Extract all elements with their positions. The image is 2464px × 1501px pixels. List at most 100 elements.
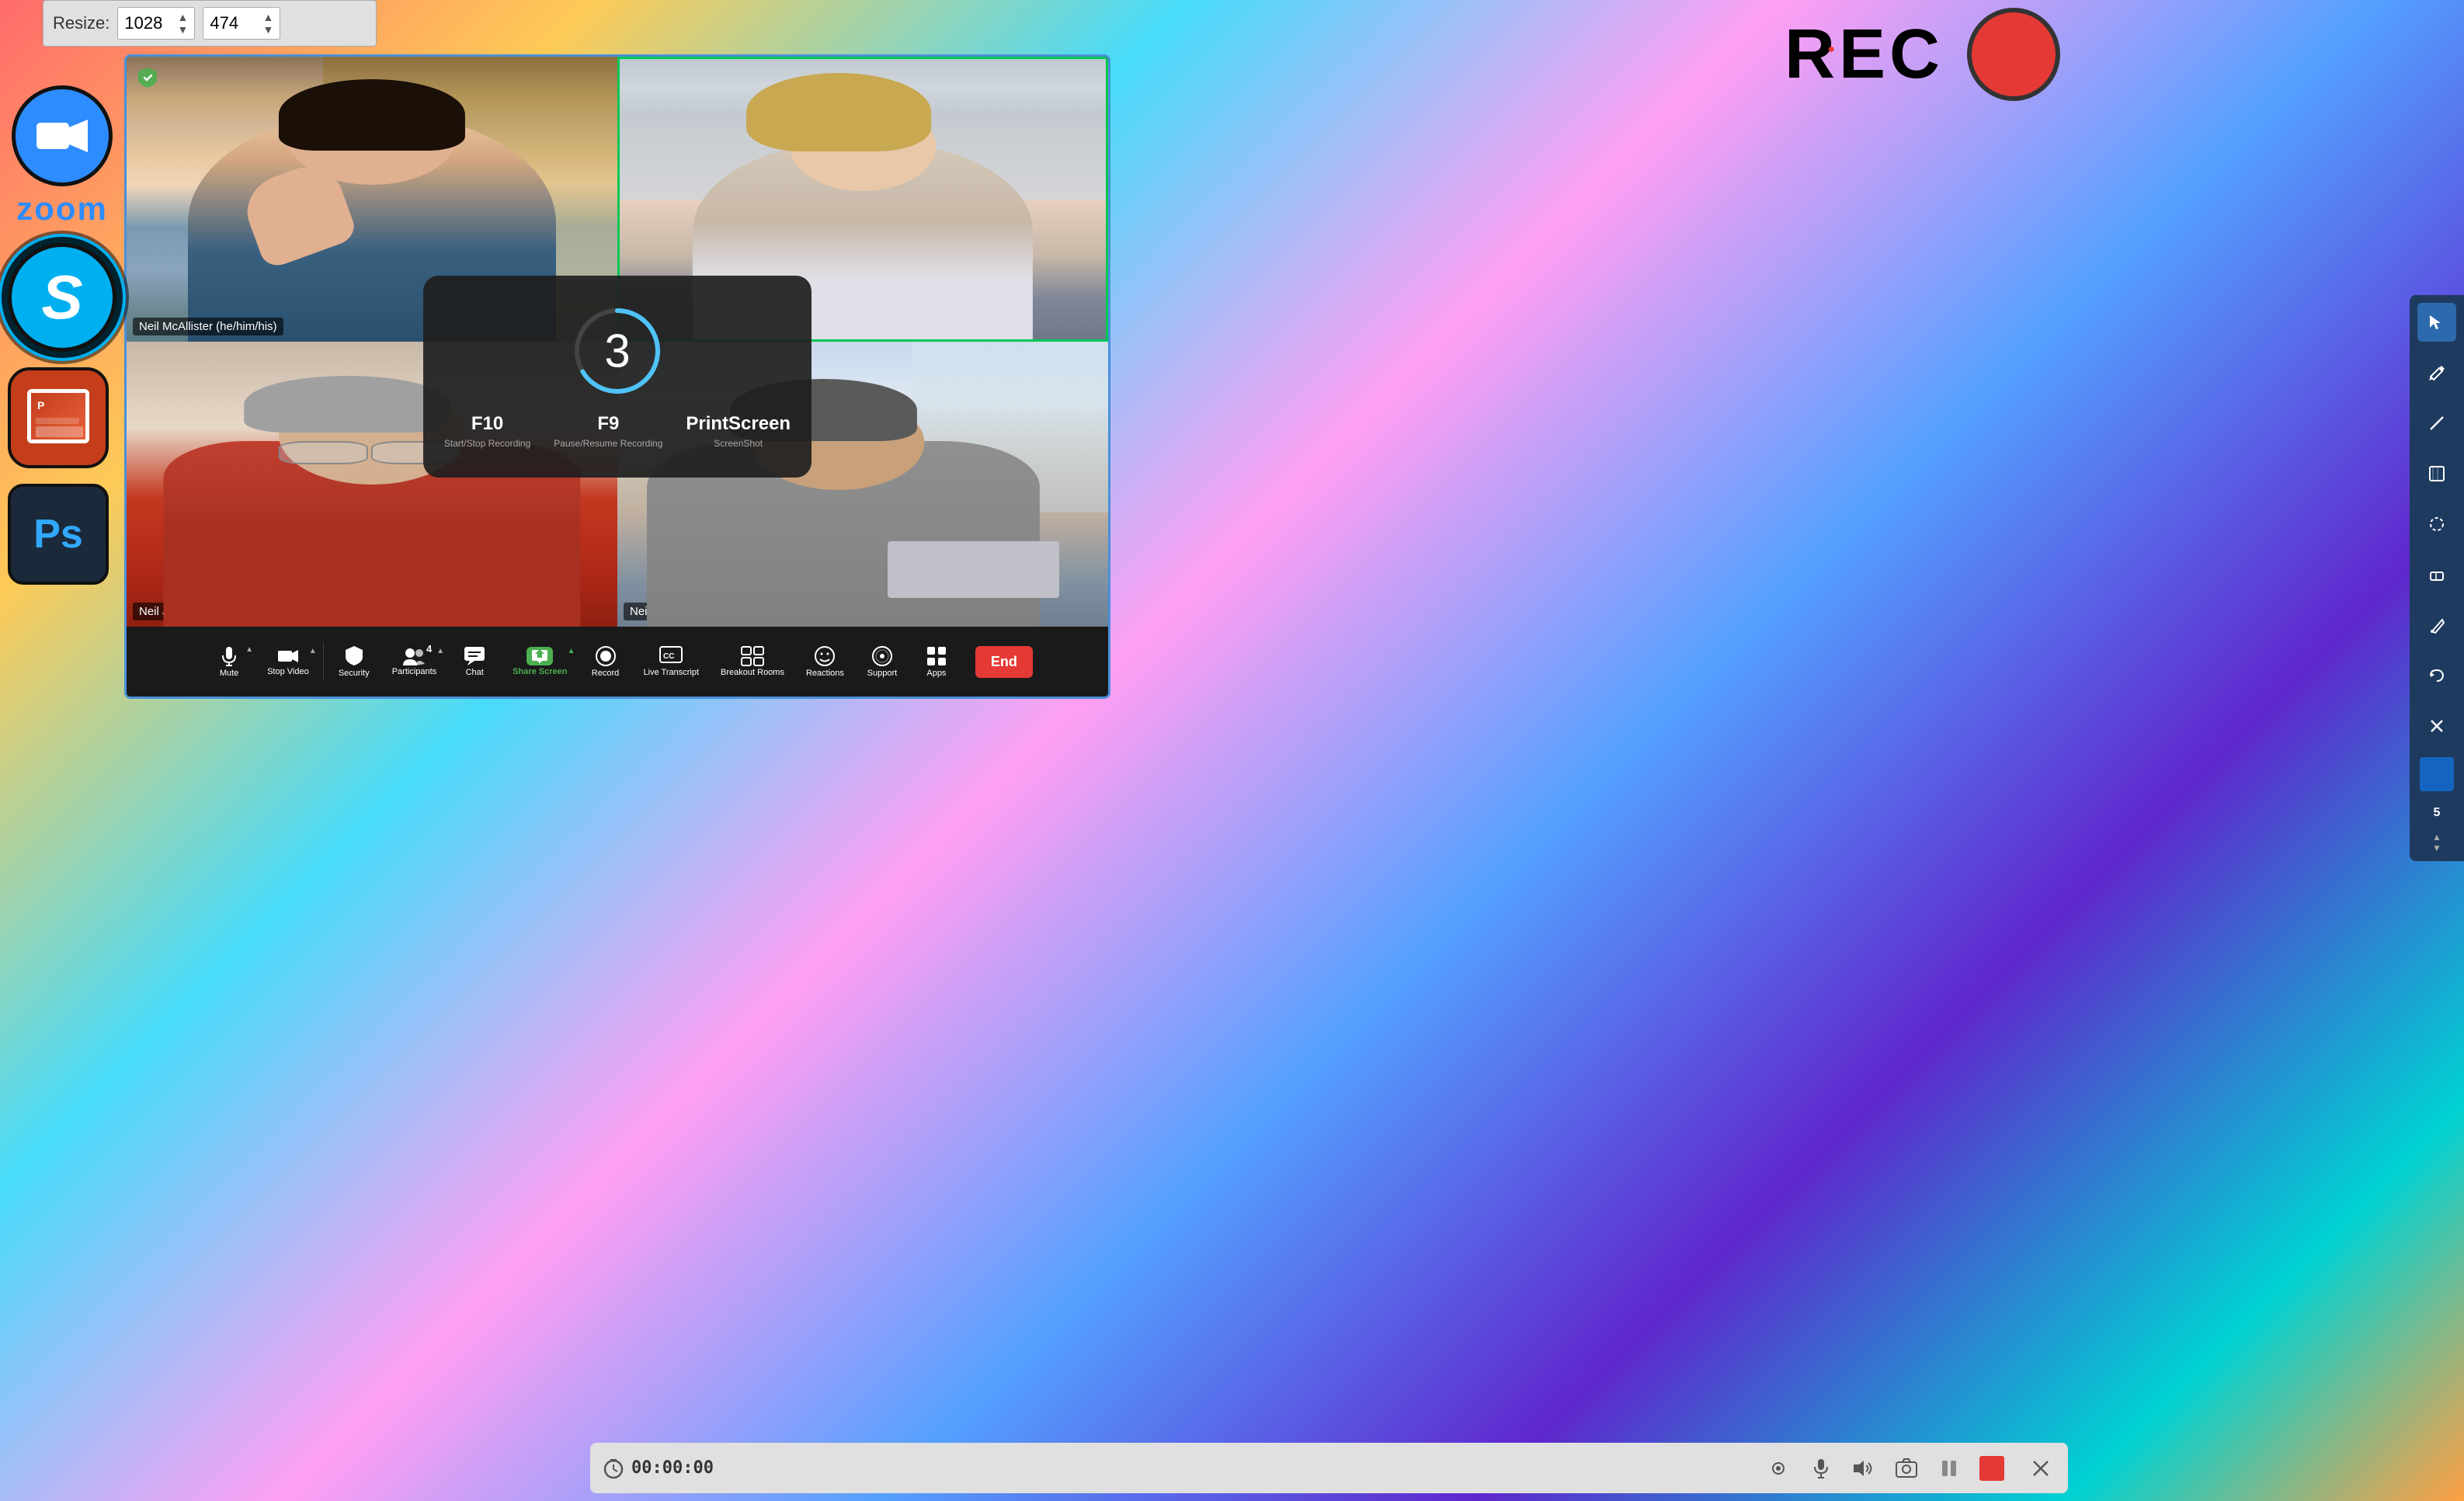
breakout-rooms-icon xyxy=(741,646,764,666)
skype-s-letter: S xyxy=(41,262,82,333)
support-button[interactable]: Support xyxy=(855,639,909,684)
key-printscreen-name: PrintScreen xyxy=(686,413,791,435)
color-tool[interactable] xyxy=(2420,757,2454,791)
rec-indicator: REC ● xyxy=(1785,8,2060,101)
resize-bar[interactable]: Resize: 1028 ▲▼ 474 ▲▼ xyxy=(43,0,377,47)
support-label: Support xyxy=(867,669,898,678)
resize-height-input[interactable]: 474 ▲▼ xyxy=(203,7,280,40)
key-printscreen: PrintScreen ScreenShot xyxy=(686,413,791,449)
recording-controls xyxy=(1763,1453,2056,1484)
pen-icon xyxy=(2428,617,2445,634)
line-tool[interactable] xyxy=(2417,404,2456,443)
countdown-number: 3 xyxy=(604,325,630,378)
zoom-text: zoom xyxy=(16,190,108,228)
reactions-label: Reactions xyxy=(806,669,844,678)
participant-label-top-left: Neil McAllister (he/him/his) xyxy=(133,318,283,335)
rec-circle xyxy=(1967,8,2060,101)
line-icon xyxy=(2428,415,2445,432)
rec-camera-btn[interactable] xyxy=(1763,1453,1794,1484)
powerpoint-app-icon[interactable]: P xyxy=(8,367,109,468)
rec-volume-icon xyxy=(1853,1459,1875,1478)
eraser-tool[interactable] xyxy=(2417,555,2456,594)
countdown-circle: 3 xyxy=(571,304,664,398)
share-screen-label: Share Screen xyxy=(513,667,567,676)
lasso-tool[interactable] xyxy=(2417,505,2456,544)
mute-icon xyxy=(218,645,240,667)
zoom-camera-icon xyxy=(35,116,89,155)
recording-timer: 00:00:00 xyxy=(602,1457,714,1480)
skype-app-icon[interactable]: S xyxy=(8,243,116,352)
right-toolbar: 5 ▲▼ xyxy=(2410,295,2464,861)
rec-pause-icon xyxy=(1941,1459,1958,1478)
reactions-button[interactable]: Reactions xyxy=(795,639,855,684)
cursor-tool[interactable] xyxy=(2417,303,2456,342)
shape-tool[interactable] xyxy=(2417,454,2456,493)
record-button[interactable]: Record xyxy=(579,639,633,684)
left-sidebar: zoom S P Ps xyxy=(8,85,116,585)
recording-bar: 00:00:00 xyxy=(590,1443,2068,1493)
resize-label: Resize: xyxy=(53,13,109,33)
zoom-window: Neil McAllister (he/him/his) xyxy=(124,54,1110,699)
apps-button[interactable]: Apps xyxy=(909,639,964,684)
stop-video-button[interactable]: ▲ Stop Video xyxy=(256,641,320,683)
eraser-icon xyxy=(2428,566,2445,583)
undo-tool[interactable] xyxy=(2417,656,2456,695)
security-button[interactable]: Security xyxy=(327,639,381,684)
breakout-rooms-label: Breakout Rooms xyxy=(721,668,784,677)
mute-button[interactable]: ▲ Mute xyxy=(202,639,256,684)
chat-label: Chat xyxy=(466,668,484,677)
stop-video-arrow[interactable]: ▲ xyxy=(309,647,317,655)
shape-icon xyxy=(2428,465,2445,482)
rec-text: REC xyxy=(1785,15,1944,95)
close-tool[interactable] xyxy=(2417,707,2456,745)
mute-arrow[interactable]: ▲ xyxy=(245,645,253,654)
pencil-icon xyxy=(2428,364,2445,381)
key-f9-desc: Pause/Resume Recording xyxy=(554,438,662,449)
rec-pause-btn[interactable] xyxy=(1934,1453,1965,1484)
resize-width-input[interactable]: 1028 ▲▼ xyxy=(117,7,195,40)
key-f9: F9 Pause/Resume Recording xyxy=(554,413,662,449)
participants-arrow[interactable]: ▲ xyxy=(436,647,444,655)
rec-stop-btn[interactable] xyxy=(1976,1453,2007,1484)
pencil-tool[interactable] xyxy=(2417,353,2456,392)
rec-small-dot: ● xyxy=(1827,43,1835,57)
tool-count: 5 xyxy=(2434,806,2441,820)
rec-close-icon xyxy=(2032,1460,2049,1477)
reactions-icon xyxy=(814,645,836,667)
pen-tool[interactable] xyxy=(2417,606,2456,645)
width-arrows[interactable]: ▲▼ xyxy=(178,11,189,36)
rec-close-btn[interactable] xyxy=(2025,1453,2056,1484)
support-icon xyxy=(871,645,893,667)
scroll-indicator[interactable]: ▲▼ xyxy=(2432,832,2441,853)
live-transcript-button[interactable]: CC Live Transcript xyxy=(633,640,711,683)
security-label: Security xyxy=(339,669,370,678)
timer-value: 00:00:00 xyxy=(631,1458,714,1478)
breakout-rooms-button[interactable]: Breakout Rooms xyxy=(710,640,795,683)
height-arrows[interactable]: ▲▼ xyxy=(263,11,274,36)
rec-screenshot-icon xyxy=(1896,1458,1917,1478)
share-screen-button[interactable]: ▲ Share Screen xyxy=(502,641,578,683)
key-f10-desc: Start/Stop Recording xyxy=(444,438,530,449)
rec-mic-btn[interactable] xyxy=(1805,1453,1837,1484)
zoom-app-icon[interactable]: zoom xyxy=(8,85,116,228)
end-button[interactable]: End xyxy=(975,646,1033,678)
rec-screenshot-btn[interactable] xyxy=(1891,1453,1922,1484)
key-f10-name: F10 xyxy=(471,413,503,435)
share-screen-icon xyxy=(531,649,548,663)
record-icon xyxy=(595,645,617,667)
chat-icon xyxy=(464,646,485,666)
participants-badge: 4 xyxy=(426,643,432,655)
record-label: Record xyxy=(592,669,619,678)
key-printscreen-desc: ScreenShot xyxy=(714,438,763,449)
zoom-toolbar: ▲ Mute ▲ Stop Video Security xyxy=(127,627,1108,697)
chat-button[interactable]: Chat xyxy=(447,640,502,683)
close-icon xyxy=(2429,718,2445,734)
participants-label: Participants xyxy=(392,667,436,676)
rec-volume-btn[interactable] xyxy=(1848,1453,1879,1484)
participants-button[interactable]: 4 ▲ Participants xyxy=(381,641,447,683)
photoshop-app-icon[interactable]: Ps xyxy=(8,484,109,585)
share-screen-arrow[interactable]: ▲ xyxy=(568,647,575,655)
countdown-keys: F10 Start/Stop Recording F9 Pause/Resume… xyxy=(444,413,791,449)
rec-camera-icon xyxy=(1767,1458,1789,1479)
undo-icon xyxy=(2428,667,2445,684)
